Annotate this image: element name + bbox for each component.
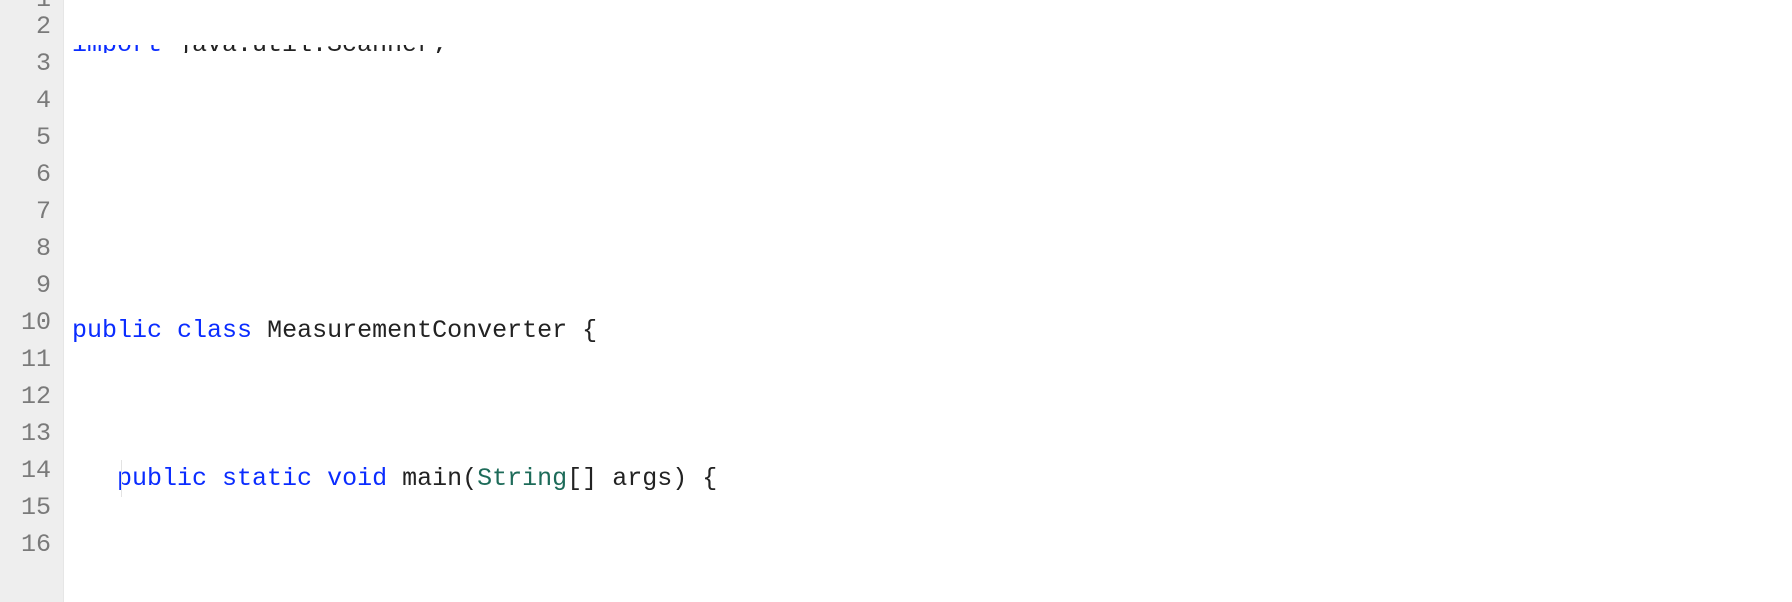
line-number: 11 (8, 341, 51, 378)
code-line[interactable]: public static void main(String[] args) { (72, 460, 1792, 497)
code-line[interactable] (72, 164, 1792, 201)
line-number: 9 (8, 267, 51, 304)
line-number: 15 (8, 489, 51, 526)
line-number: 16 (8, 526, 51, 563)
line-number: 4 (8, 82, 51, 119)
line-number: 14 (8, 452, 51, 489)
line-number-gutter: 1 2 3 4 5 6 7 8 9 10 11 12 13 14 15 16 1… (0, 0, 64, 602)
line-number: 8 (8, 230, 51, 267)
line-number: 3 (8, 45, 51, 82)
code-line[interactable]: public class MeasurementConverter { (72, 312, 1792, 349)
line-number: 12 (8, 378, 51, 415)
line-number: 1 (8, 0, 51, 8)
code-area[interactable]: import java.util.Scanner; public class M… (64, 0, 1792, 602)
line-number: 10 (8, 304, 51, 341)
line-number: 5 (8, 119, 51, 156)
line-number: 6 (8, 156, 51, 193)
line-number: 17 (8, 563, 51, 568)
code-editor[interactable]: 1 2 3 4 5 6 7 8 9 10 11 12 13 14 15 16 1… (0, 0, 1792, 602)
line-number: 7 (8, 193, 51, 230)
line-number: 2 (8, 8, 51, 45)
line-number: 13 (8, 415, 51, 452)
code-line[interactable]: import java.util.Scanner; (72, 45, 1792, 53)
